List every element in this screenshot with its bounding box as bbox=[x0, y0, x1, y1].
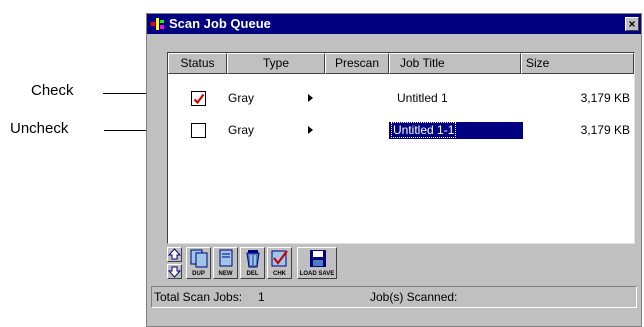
uncheck-callout-label: Uncheck bbox=[10, 120, 69, 137]
column-header-type[interactable]: Type bbox=[227, 53, 325, 74]
check-callout-label: Check bbox=[31, 82, 74, 99]
move-up-button[interactable] bbox=[167, 247, 182, 262]
column-header-status[interactable]: Status bbox=[168, 53, 227, 74]
scan-job-queue-window: Scan Job Queue × Status Type Prescan Job… bbox=[146, 13, 642, 327]
check-list-icon bbox=[271, 250, 288, 267]
table-row[interactable]: Gray Untitled 1-1 3,179 KB bbox=[168, 118, 634, 142]
table-row[interactable]: Gray Untitled 1 3,179 KB bbox=[168, 86, 634, 110]
job-title[interactable]: Untitled 1 bbox=[397, 86, 448, 110]
floppy-disk-icon bbox=[310, 250, 326, 267]
job-list[interactable]: Status Type Prescan Job Title Size Gray … bbox=[167, 52, 635, 244]
arrow-down-icon bbox=[168, 266, 181, 278]
type-menu-arrow-icon[interactable] bbox=[308, 94, 313, 102]
column-header-prescan[interactable]: Prescan bbox=[325, 53, 389, 74]
delete-button[interactable]: DEL bbox=[240, 247, 265, 279]
jobs-scanned-label: Job(s) Scanned: bbox=[370, 290, 458, 304]
app-icon bbox=[151, 18, 164, 30]
duplicate-label: DUP bbox=[192, 271, 205, 277]
job-title-selected[interactable]: Untitled 1-1 bbox=[389, 122, 523, 139]
check-label: CHK bbox=[273, 271, 286, 277]
duplicate-icon bbox=[190, 249, 208, 268]
new-document-icon bbox=[219, 249, 233, 267]
trash-icon bbox=[246, 250, 260, 268]
window-title: Scan Job Queue bbox=[169, 16, 271, 31]
job-size: 3,179 KB bbox=[580, 123, 630, 137]
arrow-up-icon bbox=[168, 248, 181, 260]
move-down-button[interactable] bbox=[167, 264, 182, 279]
check-button[interactable]: CHK bbox=[267, 247, 292, 279]
duplicate-button[interactable]: DUP bbox=[186, 247, 211, 279]
job-type: Gray bbox=[228, 123, 255, 137]
type-menu-arrow-icon[interactable] bbox=[308, 126, 313, 134]
check-mark-icon bbox=[193, 93, 205, 105]
status-checkbox[interactable] bbox=[191, 123, 206, 138]
status-bar: Total Scan Jobs: 1 Job(s) Scanned: bbox=[151, 286, 637, 308]
job-type: Gray bbox=[228, 91, 255, 105]
status-checkbox[interactable] bbox=[191, 91, 206, 106]
delete-label: DEL bbox=[246, 271, 259, 277]
column-header-job-title[interactable]: Job Title bbox=[389, 53, 521, 74]
close-icon: × bbox=[628, 17, 636, 31]
new-button[interactable]: NEW bbox=[213, 247, 238, 279]
total-jobs-value: 1 bbox=[258, 290, 265, 304]
total-jobs-label: Total Scan Jobs: bbox=[154, 290, 243, 304]
close-button[interactable]: × bbox=[625, 17, 639, 31]
new-label: NEW bbox=[218, 271, 233, 277]
list-header: Status Type Prescan Job Title Size bbox=[168, 53, 634, 74]
load-save-label: LOAD SAVE bbox=[299, 271, 335, 277]
load-save-button[interactable]: LOAD SAVE bbox=[297, 247, 337, 279]
title-bar[interactable]: Scan Job Queue × bbox=[147, 14, 641, 34]
column-header-size[interactable]: Size bbox=[521, 53, 634, 74]
job-size: 3,179 KB bbox=[580, 91, 630, 105]
